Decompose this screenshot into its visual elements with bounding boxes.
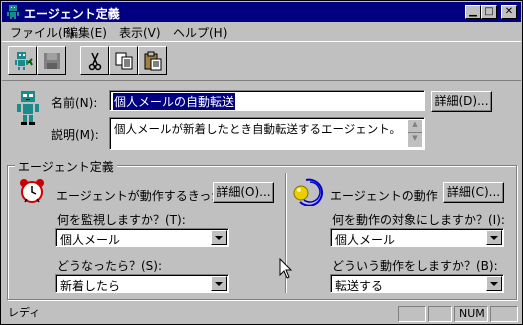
action-detail-button[interactable]: 詳細(C)...	[443, 182, 504, 203]
save-button[interactable]	[37, 46, 66, 75]
target-label: 何を動作の対象にしますか？(I):	[332, 213, 505, 227]
chevron-down-icon[interactable]	[486, 230, 502, 245]
do-select-value: 転送する	[335, 279, 384, 293]
status-bar: レディ NUM	[2, 304, 521, 324]
copy-icon	[115, 52, 133, 70]
trigger-detail-button[interactable]: 詳細(O)...	[213, 182, 274, 203]
scroll-up-icon[interactable]: ▲	[408, 120, 422, 133]
chevron-down-icon[interactable]	[211, 276, 227, 291]
maximize-icon: □	[484, 6, 494, 17]
window-title: エージェント定義	[24, 7, 120, 21]
agent-definition-window: エージェント定義 ▁ □ ✕ ファイル(F) 編集(E) 表示(V) ヘルプ(H…	[0, 0, 523, 325]
scroll-down-icon[interactable]: ▼	[408, 134, 422, 146]
status-panel-1	[398, 306, 426, 322]
close-button[interactable]: ✕	[501, 5, 517, 19]
status-panel-2	[428, 306, 452, 322]
agent-definition-group-label: エージェント定義	[15, 158, 117, 175]
status-panel-4	[490, 306, 518, 322]
watch-label: 何を監視しますか？(T):	[57, 213, 186, 227]
description-scrollbar[interactable]: ▲ ▼	[408, 120, 422, 147]
action-title: エージェントの動作	[330, 189, 438, 203]
menu-file[interactable]: ファイル(F)	[10, 24, 74, 41]
when-select[interactable]: 新着したら	[55, 274, 229, 293]
maximize-button[interactable]: □	[481, 5, 497, 19]
menu-edit[interactable]: 編集(E)	[66, 24, 107, 41]
status-text-panel: レディ	[4, 306, 394, 322]
menu-bar: ファイル(F) 編集(E) 表示(V) ヘルプ(H)	[2, 22, 521, 40]
cut-icon	[88, 52, 102, 71]
new-agent-icon	[15, 52, 33, 70]
mouse-cursor-icon	[279, 258, 293, 279]
description-field-value: 個人メールが新着したとき自動転送するエージェント。	[114, 122, 402, 136]
close-icon: ✕	[504, 6, 514, 17]
paste-button[interactable]	[138, 46, 167, 75]
do-label: どういう動作をしますか？(B):	[332, 259, 498, 273]
title-bar[interactable]: エージェント定義 ▁ □ ✕	[2, 2, 521, 22]
watch-select[interactable]: 個人メール	[55, 228, 229, 247]
name-detail-button[interactable]: 詳細(D)...	[431, 91, 492, 112]
menu-view[interactable]: 表示(V)	[119, 24, 161, 41]
do-select[interactable]: 転送する	[330, 274, 504, 293]
description-label: 説明(M):	[51, 128, 99, 142]
paste-icon	[144, 51, 162, 71]
agent-app-icon	[7, 5, 19, 19]
target-select-value: 個人メール	[335, 233, 396, 247]
chevron-down-icon[interactable]	[211, 230, 227, 245]
menu-help[interactable]: ヘルプ(H)	[173, 24, 227, 41]
when-label: どうなったら？(S):	[57, 259, 163, 273]
watch-select-value: 個人メール	[60, 233, 121, 247]
new-agent-button[interactable]	[8, 46, 37, 75]
toolbar	[2, 41, 521, 81]
action-ball-icon	[293, 178, 324, 206]
description-field[interactable]: 個人メールが新着したとき自動転送するエージェント。 ▲ ▼	[109, 117, 425, 150]
cut-button[interactable]	[80, 46, 109, 75]
copy-button[interactable]	[109, 46, 138, 75]
target-select[interactable]: 個人メール	[330, 228, 504, 247]
minimize-icon: ▁	[469, 6, 477, 17]
alarm-clock-icon	[20, 179, 44, 203]
name-field-value: 個人メールの自動転送	[113, 93, 236, 110]
trigger-title: エージェントが動作するきっかけ	[56, 189, 236, 203]
status-text: レディ	[8, 306, 41, 319]
save-icon	[44, 53, 60, 69]
when-select-value: 新着したら	[60, 279, 121, 293]
num-lock-indicator: NUM	[454, 306, 488, 322]
name-label: 名前(N):	[51, 96, 98, 110]
agent-robot-icon	[17, 91, 39, 125]
chevron-down-icon[interactable]	[486, 276, 502, 291]
name-field[interactable]: 個人メールの自動転送	[109, 90, 425, 111]
minimize-button[interactable]: ▁	[465, 5, 481, 19]
num-lock-text: NUM	[459, 307, 485, 320]
